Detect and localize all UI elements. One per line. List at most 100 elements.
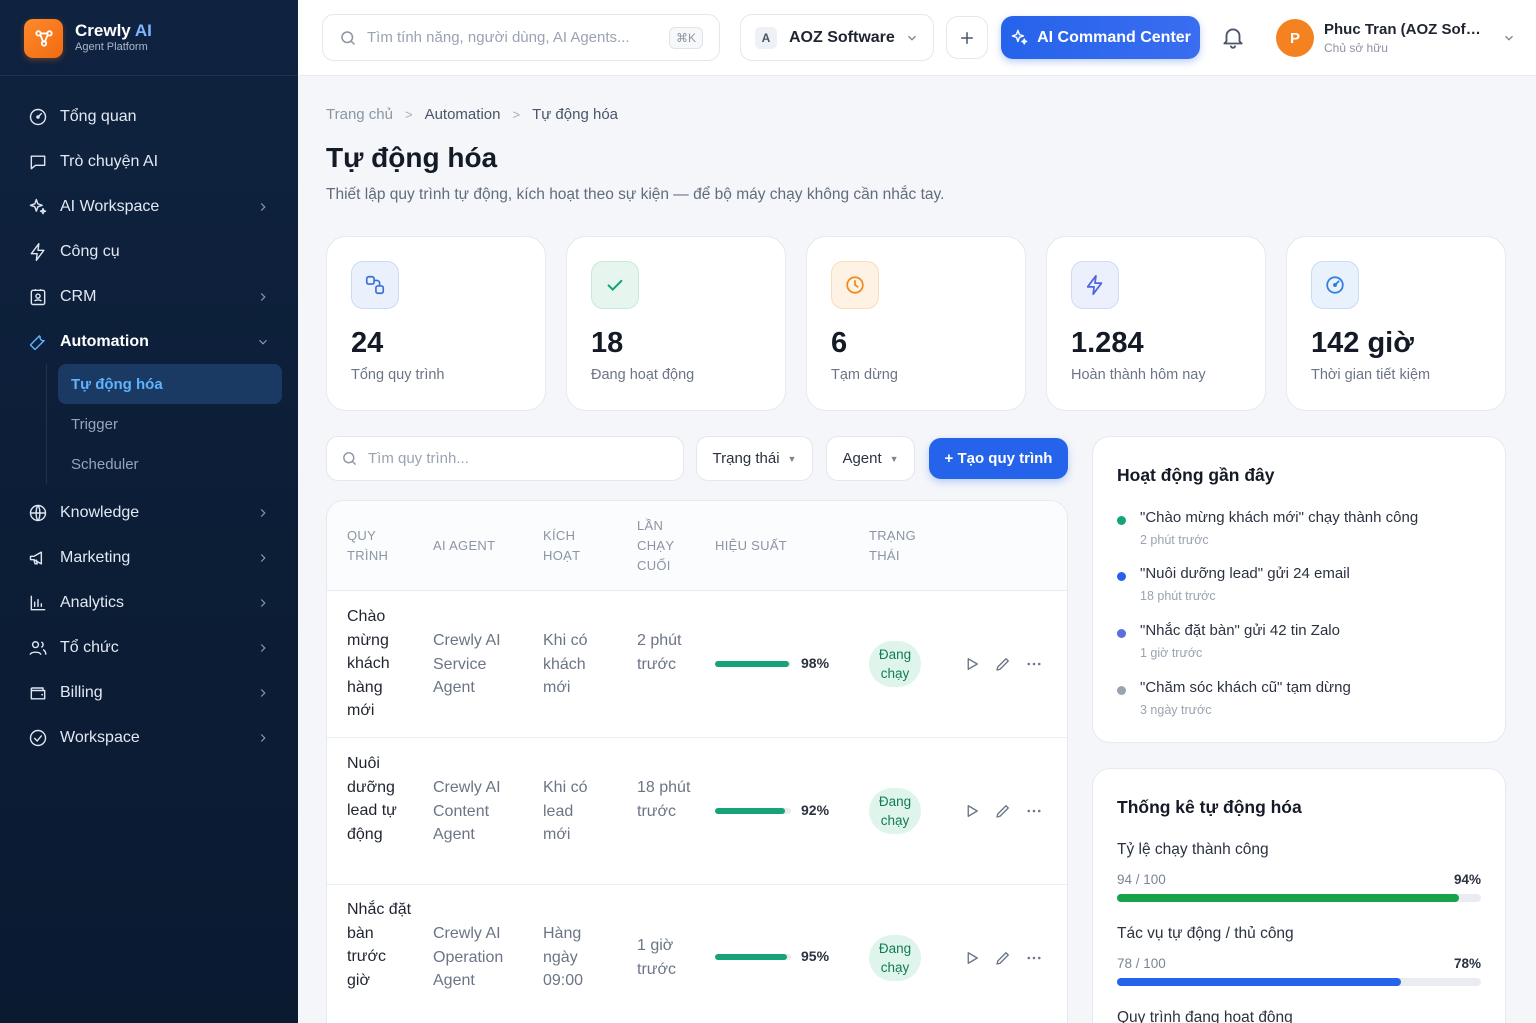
- sidebar-item-label: Công cụ: [60, 242, 120, 260]
- sidebar-item-tro-chuyen-ai[interactable]: Trò chuyện AI: [16, 139, 282, 184]
- notification-bell-icon[interactable]: [1220, 24, 1246, 50]
- user-menu[interactable]: P Phuc Tran (AOZ Soft... Chủ sở hữu: [1276, 17, 1516, 59]
- add-button[interactable]: [946, 16, 988, 59]
- stat-card-active: 18 Đang hoạt động: [566, 236, 786, 411]
- breadcrumb-separator: >: [512, 107, 521, 122]
- breadcrumb-automation[interactable]: Automation: [425, 106, 501, 123]
- activity-status-dot: [1117, 686, 1126, 695]
- stat-label: Thời gian tiết kiệm: [1311, 367, 1431, 383]
- performance-bar: [715, 808, 791, 814]
- column-header-last-run: LẦN CHẠY CUỐI: [637, 518, 675, 573]
- global-search-input[interactable]: [367, 29, 669, 46]
- sidebar-item-automation[interactable]: Automation: [16, 319, 282, 364]
- sidebar-divider: [0, 75, 298, 76]
- chevron-right-icon: [260, 643, 266, 652]
- table-row[interactable]: Nuôi dưỡng lead tự động Crewly AI Conten…: [327, 738, 1067, 885]
- column-header-performance: HIỆU SUẤT: [715, 538, 788, 553]
- performance-bar-fill: [715, 954, 788, 960]
- status-filter-dropdown[interactable]: Trạng thái ▼: [696, 436, 813, 481]
- sidebar-item-crm[interactable]: CRM: [16, 274, 282, 319]
- brand[interactable]: Crewly AI Agent Platform: [24, 18, 152, 58]
- stat-card-total: 24 Tổng quy trình: [326, 236, 546, 411]
- play-icon[interactable]: [963, 802, 981, 820]
- main-content: Trang chủ > Automation > Tự động hóa Tự …: [298, 76, 1536, 1023]
- performance-bar-fill: [715, 808, 785, 814]
- activity-time: 18 phút trước: [1140, 589, 1216, 603]
- sidebar-item-to-chuc[interactable]: Tổ chức: [16, 625, 282, 670]
- subnav-item-tu-dong-hoa[interactable]: Tự động hóa: [58, 364, 282, 404]
- stat-label: Hoàn thành hôm nay: [1071, 367, 1206, 383]
- sidebar-item-marketing[interactable]: Marketing: [16, 535, 282, 580]
- more-options-icon[interactable]: [1025, 655, 1043, 673]
- automation-stats-panel: Thống kê tự động hóa Tỷ lệ chạy thành cô…: [1092, 768, 1506, 1023]
- chevron-right-icon: [260, 733, 266, 742]
- performance-value: 92%: [801, 802, 830, 818]
- lightning-icon: [1071, 261, 1119, 309]
- play-icon[interactable]: [963, 949, 981, 967]
- workflow-last-run: 1 giờ trước: [637, 937, 676, 978]
- breadcrumb-home[interactable]: Trang chủ: [326, 106, 393, 123]
- table-row[interactable]: Nhắc đặt bàn trước giờ Crewly AI Operati…: [327, 885, 1067, 1023]
- create-workflow-button[interactable]: + Tạo quy trình: [929, 438, 1068, 479]
- auto-manual-ratio-bar: [1117, 978, 1481, 986]
- global-search[interactable]: ⌘K: [322, 14, 720, 61]
- recent-activity-panel: Hoạt động gần đây "Chào mừng khách mới" …: [1092, 436, 1506, 743]
- sidebar-item-ai-workspace[interactable]: AI Workspace: [16, 184, 282, 229]
- agent-filter-dropdown[interactable]: Agent ▼: [826, 436, 915, 481]
- sidebar-item-cong-cu[interactable]: Công cụ: [16, 229, 282, 274]
- automation-subnav: Tự động hóa Trigger Scheduler: [46, 364, 282, 484]
- workflow-agent: Crewly AI Operation Agent: [433, 925, 504, 989]
- workspace-gauge-icon: [29, 729, 47, 746]
- sidebar-item-label: Workspace: [60, 728, 140, 746]
- dashboard-gauge-icon: [29, 108, 47, 125]
- activity-text: "Nuôi dưỡng lead" gửi 24 email: [1140, 565, 1350, 582]
- workspace-switcher[interactable]: A AOZ Software: [740, 14, 934, 61]
- more-options-icon[interactable]: [1025, 802, 1043, 820]
- stat-bar-percent: 78%: [1453, 956, 1481, 971]
- caret-down-icon: ▼: [787, 453, 797, 464]
- contact-card-icon: [30, 288, 46, 305]
- stat-card-completed-today: 1.284 Hoàn thành hôm nay: [1046, 236, 1266, 411]
- chevron-down-icon: [259, 339, 267, 345]
- edit-pencil-icon[interactable]: [994, 802, 1012, 820]
- stat-card-paused: 6 Tạm dừng: [806, 236, 1026, 411]
- stat-label: Tổng quy trình: [351, 367, 445, 383]
- search-icon: [341, 30, 355, 45]
- sidebar-item-workspace[interactable]: Workspace: [16, 715, 282, 760]
- sparkles-icon: [29, 198, 47, 214]
- column-header-trigger: KÍCH HOẠT: [543, 528, 581, 563]
- workflow-last-run: 18 phút trước: [637, 779, 691, 820]
- sidebar-item-analytics[interactable]: Analytics: [16, 580, 282, 625]
- avatar: P: [1276, 19, 1314, 57]
- stat-cards: 24 Tổng quy trình 18 Đang hoạt động 6 Tạ…: [326, 236, 1506, 411]
- agent-filter-label: Agent: [842, 450, 882, 467]
- table-header: QUY TRÌNH AI AGENT KÍCH HOẠT LẦN CHẠY CU…: [327, 501, 1067, 591]
- sidebar-item-tong-quan[interactable]: Tổng quan: [16, 94, 282, 139]
- subnav-item-scheduler[interactable]: Scheduler: [58, 444, 282, 484]
- edit-pencil-icon[interactable]: [994, 655, 1012, 673]
- sidebar-item-label: AI Workspace: [60, 197, 160, 215]
- table-row[interactable]: Chào mừng khách hàng mới Crewly AI Servi…: [327, 591, 1067, 738]
- more-options-icon[interactable]: [1025, 949, 1043, 967]
- check-icon: [591, 261, 639, 309]
- workflow-search-input[interactable]: [368, 450, 669, 467]
- play-icon[interactable]: [963, 655, 981, 673]
- sidebar-item-billing[interactable]: Billing: [16, 670, 282, 715]
- performance-bar: [715, 661, 791, 667]
- chevron-right-icon: [260, 598, 266, 607]
- sparkles-icon: [1011, 29, 1028, 45]
- sidebar-item-knowledge[interactable]: Knowledge: [16, 490, 282, 535]
- workflow-table: QUY TRÌNH AI AGENT KÍCH HOẠT LẦN CHẠY CU…: [326, 500, 1068, 1023]
- workflow-toolbar: Trạng thái ▼ Agent ▼ + Tạo quy trình: [326, 436, 1068, 482]
- stat-bar-count: 78 / 100: [1117, 956, 1166, 971]
- ai-command-center-button[interactable]: AI Command Center: [1001, 16, 1200, 59]
- activity-time: 1 giờ trước: [1140, 646, 1203, 660]
- edit-pencil-icon[interactable]: [994, 949, 1012, 967]
- activity-text: "Nhắc đặt bàn" gửi 42 tin Zalo: [1140, 622, 1340, 639]
- user-name: Phuc Tran (AOZ Soft...: [1324, 21, 1482, 38]
- sidebar-item-label: Analytics: [60, 593, 125, 611]
- workflow-search[interactable]: [326, 436, 684, 481]
- activity-status-dot: [1117, 572, 1126, 581]
- subnav-item-trigger[interactable]: Trigger: [58, 404, 282, 444]
- stat-card-time-saved: 142 giờ Thời gian tiết kiệm: [1286, 236, 1506, 411]
